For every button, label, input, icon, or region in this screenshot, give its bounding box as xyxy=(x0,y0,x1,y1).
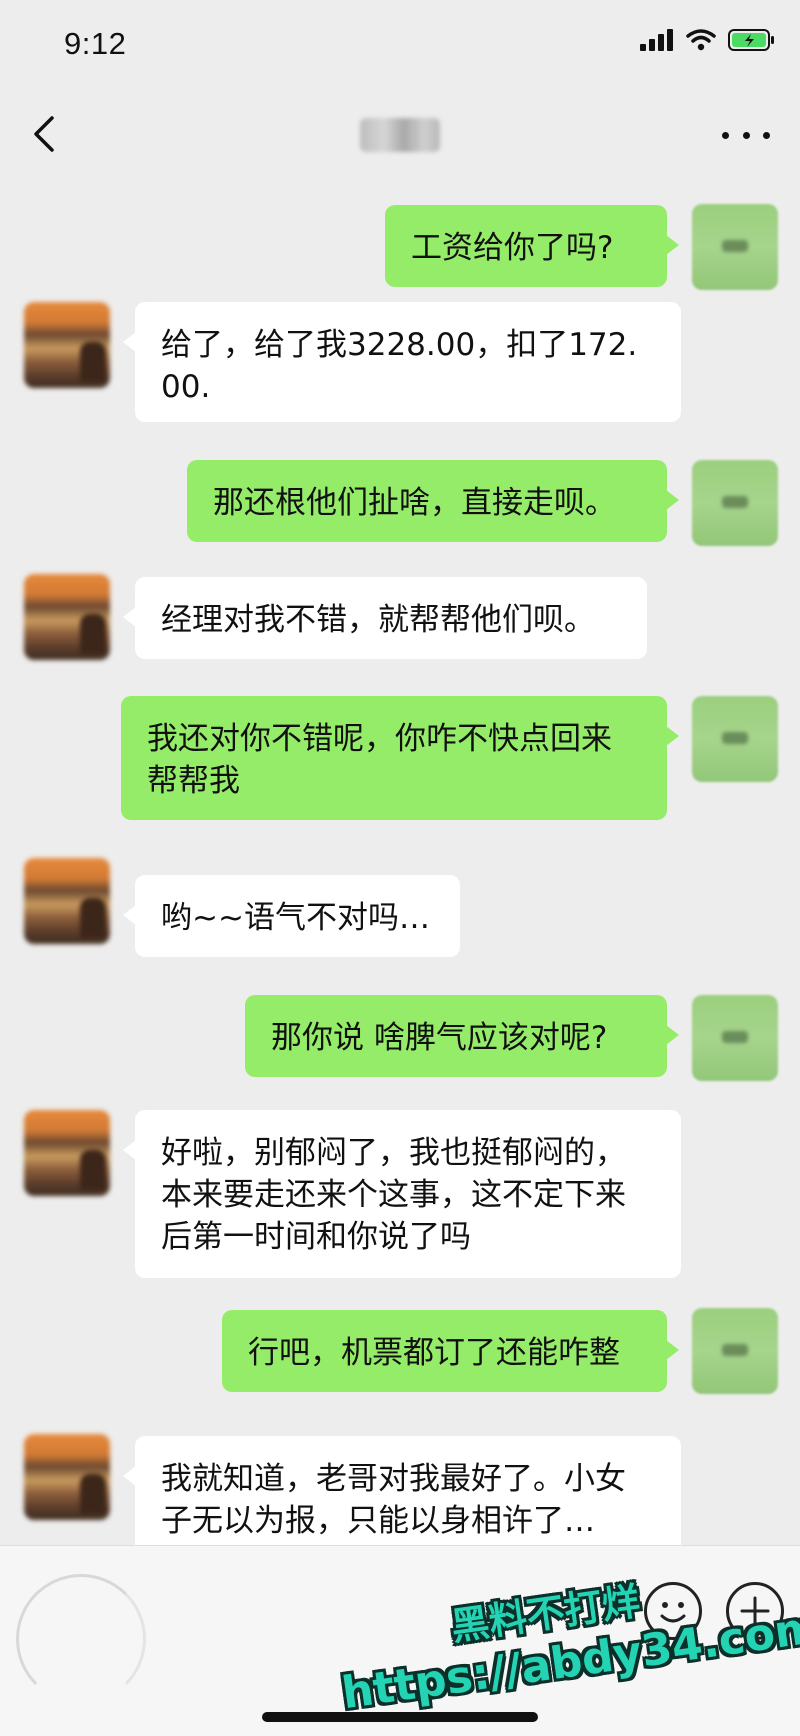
battery-icon xyxy=(728,29,774,51)
message-bubble-other[interactable]: 给了，给了我3228.00，扣了172.00. xyxy=(123,302,681,422)
more-dot-icon xyxy=(763,131,770,139)
avatar-self[interactable] xyxy=(692,204,778,290)
back-button[interactable] xyxy=(24,112,68,156)
message-row-self: 工资给你了吗? xyxy=(0,180,800,290)
avatar-other[interactable] xyxy=(24,1110,110,1196)
more-dot-icon xyxy=(722,131,729,139)
wifi-icon xyxy=(686,29,716,51)
home-indicator xyxy=(262,1712,538,1722)
message-bubble-other[interactable]: 哟~~语气不对吗… xyxy=(123,875,460,957)
nav-bar xyxy=(0,90,800,180)
input-toolbar xyxy=(0,1545,800,1736)
avatar-other[interactable] xyxy=(24,858,110,944)
message-row-other: 我就知道，老哥对我最好了。小女子无以为报，只能以身相许了… xyxy=(0,1430,800,1545)
message-bubble-self[interactable]: 那你说 啥脾气应该对呢? xyxy=(245,995,679,1077)
emoji-button[interactable] xyxy=(644,1582,702,1640)
message-bubble-self[interactable]: 我还对你不错呢，你咋不快点回来帮帮我 xyxy=(121,696,679,820)
avatar-other[interactable] xyxy=(24,574,110,660)
contact-name-blurred xyxy=(360,118,440,152)
avatar-self[interactable] xyxy=(692,995,778,1081)
message-bubble-self[interactable]: 行吧，机票都订了还能咋整 xyxy=(222,1310,679,1392)
smiley-icon xyxy=(660,1602,686,1623)
avatar-self[interactable] xyxy=(692,460,778,546)
status-time: 9:12 xyxy=(64,26,127,61)
message-row-self: 行吧，机票都订了还能咋整 xyxy=(0,1308,800,1410)
message-row-self: 我还对你不错呢，你咋不快点回来帮帮我 xyxy=(0,660,800,820)
message-bubble-self[interactable]: 工资给你了吗? xyxy=(385,205,679,287)
message-bubble-other[interactable]: 经理对我不错，就帮帮他们呗。 xyxy=(123,577,647,659)
signal-icon xyxy=(640,29,673,51)
message-row-self: 那还根他们扯啥，直接走呗。 xyxy=(0,440,800,550)
chevron-left-icon xyxy=(34,116,54,152)
plus-icon xyxy=(740,1596,770,1626)
status-bar: 9:12 xyxy=(0,0,800,90)
voice-input-button[interactable] xyxy=(16,1574,146,1704)
more-options-button[interactable] xyxy=(722,118,770,152)
plus-button[interactable] xyxy=(726,1582,784,1640)
message-row-other: 哟~~语气不对吗… xyxy=(0,840,800,957)
chat-message-list[interactable]: 工资给你了吗? 给了，给了我3228.00，扣了172.00. 那还根他们扯啥，… xyxy=(0,180,800,1545)
message-row-other: 经理对我不错，就帮帮他们呗。 xyxy=(0,550,800,660)
message-row-other: 好啦，别郁闷了，我也挺郁闷的，本来要走还来个这事，这不定下来后第一时间和你说了吗 xyxy=(0,1110,800,1280)
avatar-other[interactable] xyxy=(24,302,110,388)
more-dot-icon xyxy=(742,131,750,139)
status-icons xyxy=(640,28,776,52)
avatar-self[interactable] xyxy=(692,696,778,782)
avatar-other[interactable] xyxy=(24,1434,110,1520)
message-bubble-other[interactable]: 我就知道，老哥对我最好了。小女子无以为报，只能以身相许了… xyxy=(123,1436,681,1545)
message-bubble-other[interactable]: 好啦，别郁闷了，我也挺郁闷的，本来要走还来个这事，这不定下来后第一时间和你说了吗 xyxy=(123,1110,681,1278)
message-row-other: 给了，给了我3228.00，扣了172.00. xyxy=(0,290,800,440)
avatar-self[interactable] xyxy=(692,1308,778,1394)
message-bubble-self[interactable]: 那还根他们扯啥，直接走呗。 xyxy=(187,460,679,542)
message-row-self: 那你说 啥脾气应该对呢? xyxy=(0,960,800,1081)
